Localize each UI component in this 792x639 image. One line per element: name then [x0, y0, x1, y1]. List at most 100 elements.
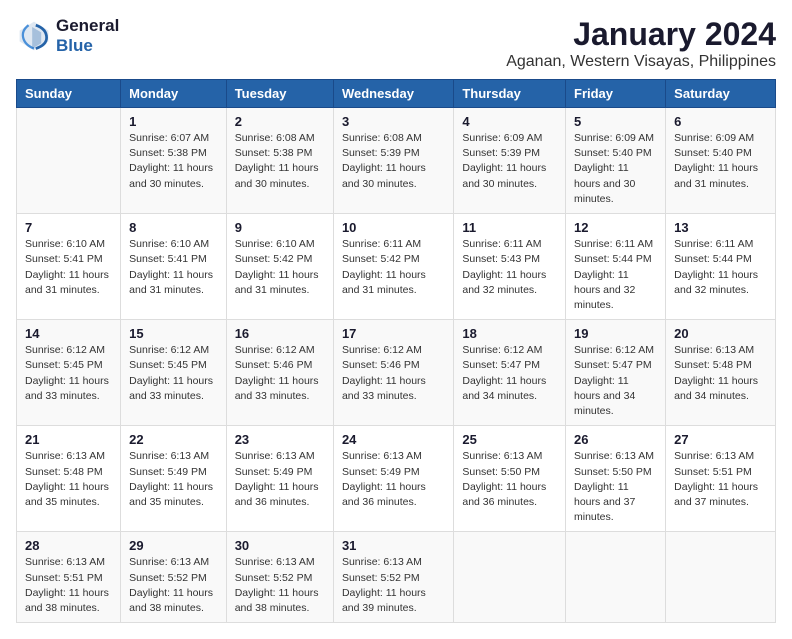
day-info: Sunrise: 6:13 AM Sunset: 5:52 PM Dayligh… [342, 555, 445, 616]
subtitle: Aganan, Western Visayas, Philippines [506, 53, 776, 71]
calendar-cell: 30Sunrise: 6:13 AM Sunset: 5:52 PM Dayli… [226, 532, 333, 623]
calendar-cell: 3 Sunrise: 6:08 AM Sunset: 5:39 PM Daylig… [333, 108, 453, 214]
day-number: 4 [462, 114, 557, 129]
day-number: 27 [674, 432, 767, 447]
day-number: 19 [574, 326, 657, 341]
day-info: Sunrise: 6:07 AM Sunset: 5:38 PM Dayligh… [129, 131, 218, 192]
day-number: 16 [235, 326, 325, 341]
day-number: 2 [235, 114, 325, 129]
calendar-cell: 1Sunrise: 6:07 AM Sunset: 5:38 PM Daylig… [121, 108, 227, 214]
calendar-cell: 26Sunrise: 6:13 AM Sunset: 5:50 PM Dayli… [566, 426, 666, 532]
day-info: Sunrise: 6:13 AM Sunset: 5:52 PM Dayligh… [129, 555, 218, 616]
calendar-cell: 28 Sunrise: 6:13 AM Sunset: 5:51 PM Dayli… [17, 532, 121, 623]
column-header-tuesday: Tuesday [226, 80, 333, 108]
column-header-saturday: Saturday [666, 80, 776, 108]
day-info: Sunrise: 6:12 AM Sunset: 5:47 PM Dayligh… [574, 343, 657, 419]
calendar-week-row: 7 Sunrise: 6:10 AM Sunset: 5:41 PM Daylig… [17, 214, 776, 320]
calendar-cell: 8 Sunrise: 6:10 AM Sunset: 5:41 PM Daylig… [121, 214, 227, 320]
calendar-table: SundayMondayTuesdayWednesdayThursdayFrid… [16, 79, 776, 623]
day-info: Sunrise: 6:10 AM Sunset: 5:42 PM Dayligh… [235, 237, 325, 298]
day-number: 24 [342, 432, 445, 447]
calendar-cell: 19 Sunrise: 6:12 AM Sunset: 5:47 PM Dayli… [566, 320, 666, 426]
day-info: Sunrise: 6:11 AM Sunset: 5:42 PM Dayligh… [342, 237, 445, 298]
day-number: 5 [574, 114, 657, 129]
day-info: Sunrise: 6:09 AM Sunset: 5:40 PM Dayligh… [674, 131, 767, 192]
day-info: Sunrise: 6:12 AM Sunset: 5:45 PM Dayligh… [25, 343, 112, 404]
calendar-week-row: 21 Sunrise: 6:13 AM Sunset: 5:48 PM Dayli… [17, 426, 776, 532]
calendar-cell: 21 Sunrise: 6:13 AM Sunset: 5:48 PM Dayli… [17, 426, 121, 532]
calendar-cell: 27 Sunrise: 6:13 AM Sunset: 5:51 PM Dayli… [666, 426, 776, 532]
day-number: 15 [129, 326, 218, 341]
title-block: January 2024 Aganan, Western Visayas, Ph… [506, 16, 776, 71]
day-number: 7 [25, 220, 112, 235]
calendar-cell: 29 Sunrise: 6:13 AM Sunset: 5:52 PM Dayli… [121, 532, 227, 623]
calendar-cell: 24 Sunrise: 6:13 AM Sunset: 5:49 PM Dayli… [333, 426, 453, 532]
day-number: 21 [25, 432, 112, 447]
day-info: Sunrise: 6:08 AM Sunset: 5:38 PM Dayligh… [235, 131, 325, 192]
day-number: 18 [462, 326, 557, 341]
day-number: 26 [574, 432, 657, 447]
day-number: 10 [342, 220, 445, 235]
day-number: 22 [129, 432, 218, 447]
calendar-body: 1Sunrise: 6:07 AM Sunset: 5:38 PM Daylig… [17, 108, 776, 623]
calendar-cell: 18 Sunrise: 6:12 AM Sunset: 5:47 PM Dayli… [454, 320, 566, 426]
day-number: 13 [674, 220, 767, 235]
calendar-cell: 22 Sunrise: 6:13 AM Sunset: 5:49 PM Dayli… [121, 426, 227, 532]
day-number: 28 [25, 538, 112, 553]
day-number: 8 [129, 220, 218, 235]
day-info: Sunrise: 6:13 AM Sunset: 5:51 PM Dayligh… [674, 449, 767, 510]
day-info: Sunrise: 6:13 AM Sunset: 5:49 PM Dayligh… [342, 449, 445, 510]
day-info: Sunrise: 6:08 AM Sunset: 5:39 PM Dayligh… [342, 131, 445, 192]
logo-icon [16, 18, 52, 54]
column-header-sunday: Sunday [17, 80, 121, 108]
day-number: 11 [462, 220, 557, 235]
calendar-cell: 12 Sunrise: 6:11 AM Sunset: 5:44 PM Dayli… [566, 214, 666, 320]
day-number: 20 [674, 326, 767, 341]
calendar-week-row: 1Sunrise: 6:07 AM Sunset: 5:38 PM Daylig… [17, 108, 776, 214]
day-number: 12 [574, 220, 657, 235]
day-info: Sunrise: 6:13 AM Sunset: 5:50 PM Dayligh… [462, 449, 557, 510]
day-number: 17 [342, 326, 445, 341]
calendar-cell: 11 Sunrise: 6:11 AM Sunset: 5:43 PM Dayli… [454, 214, 566, 320]
day-info: Sunrise: 6:11 AM Sunset: 5:43 PM Dayligh… [462, 237, 557, 298]
day-number: 3 [342, 114, 445, 129]
calendar-cell: 15 Sunrise: 6:12 AM Sunset: 5:45 PM Dayli… [121, 320, 227, 426]
calendar-cell [454, 532, 566, 623]
column-header-wednesday: Wednesday [333, 80, 453, 108]
calendar-cell [666, 532, 776, 623]
calendar-cell: 25 Sunrise: 6:13 AM Sunset: 5:50 PM Dayli… [454, 426, 566, 532]
day-info: Sunrise: 6:10 AM Sunset: 5:41 PM Dayligh… [25, 237, 112, 298]
calendar-cell: 16Sunrise: 6:12 AM Sunset: 5:46 PM Dayli… [226, 320, 333, 426]
day-number: 6 [674, 114, 767, 129]
day-number: 29 [129, 538, 218, 553]
day-info: Sunrise: 6:11 AM Sunset: 5:44 PM Dayligh… [574, 237, 657, 313]
calendar-header: SundayMondayTuesdayWednesdayThursdayFrid… [17, 80, 776, 108]
column-header-thursday: Thursday [454, 80, 566, 108]
calendar-cell: 20 Sunrise: 6:13 AM Sunset: 5:48 PM Dayli… [666, 320, 776, 426]
calendar-cell: 7 Sunrise: 6:10 AM Sunset: 5:41 PM Daylig… [17, 214, 121, 320]
calendar-cell: 23 Sunrise: 6:13 AM Sunset: 5:49 PM Dayli… [226, 426, 333, 532]
day-info: Sunrise: 6:13 AM Sunset: 5:48 PM Dayligh… [674, 343, 767, 404]
calendar-cell: 17Sunrise: 6:12 AM Sunset: 5:46 PM Dayli… [333, 320, 453, 426]
calendar-cell: 14 Sunrise: 6:12 AM Sunset: 5:45 PM Dayli… [17, 320, 121, 426]
day-number: 23 [235, 432, 325, 447]
calendar-cell: 4 Sunrise: 6:09 AM Sunset: 5:39 PM Daylig… [454, 108, 566, 214]
day-number: 25 [462, 432, 557, 447]
column-header-monday: Monday [121, 80, 227, 108]
day-info: Sunrise: 6:13 AM Sunset: 5:51 PM Dayligh… [25, 555, 112, 616]
calendar-week-row: 28 Sunrise: 6:13 AM Sunset: 5:51 PM Dayli… [17, 532, 776, 623]
calendar-week-row: 14 Sunrise: 6:12 AM Sunset: 5:45 PM Dayli… [17, 320, 776, 426]
day-info: Sunrise: 6:12 AM Sunset: 5:47 PM Dayligh… [462, 343, 557, 404]
page-header: General Blue January 2024 Aganan, Wester… [16, 16, 776, 71]
day-info: Sunrise: 6:13 AM Sunset: 5:49 PM Dayligh… [129, 449, 218, 510]
calendar-cell: 5Sunrise: 6:09 AM Sunset: 5:40 PM Daylig… [566, 108, 666, 214]
day-info: Sunrise: 6:12 AM Sunset: 5:45 PM Dayligh… [129, 343, 218, 404]
day-info: Sunrise: 6:13 AM Sunset: 5:48 PM Dayligh… [25, 449, 112, 510]
day-info: Sunrise: 6:13 AM Sunset: 5:49 PM Dayligh… [235, 449, 325, 510]
calendar-cell: 2 Sunrise: 6:08 AM Sunset: 5:38 PM Daylig… [226, 108, 333, 214]
day-number: 9 [235, 220, 325, 235]
day-info: Sunrise: 6:10 AM Sunset: 5:41 PM Dayligh… [129, 237, 218, 298]
main-title: January 2024 [506, 16, 776, 53]
day-info: Sunrise: 6:09 AM Sunset: 5:39 PM Dayligh… [462, 131, 557, 192]
day-number: 14 [25, 326, 112, 341]
